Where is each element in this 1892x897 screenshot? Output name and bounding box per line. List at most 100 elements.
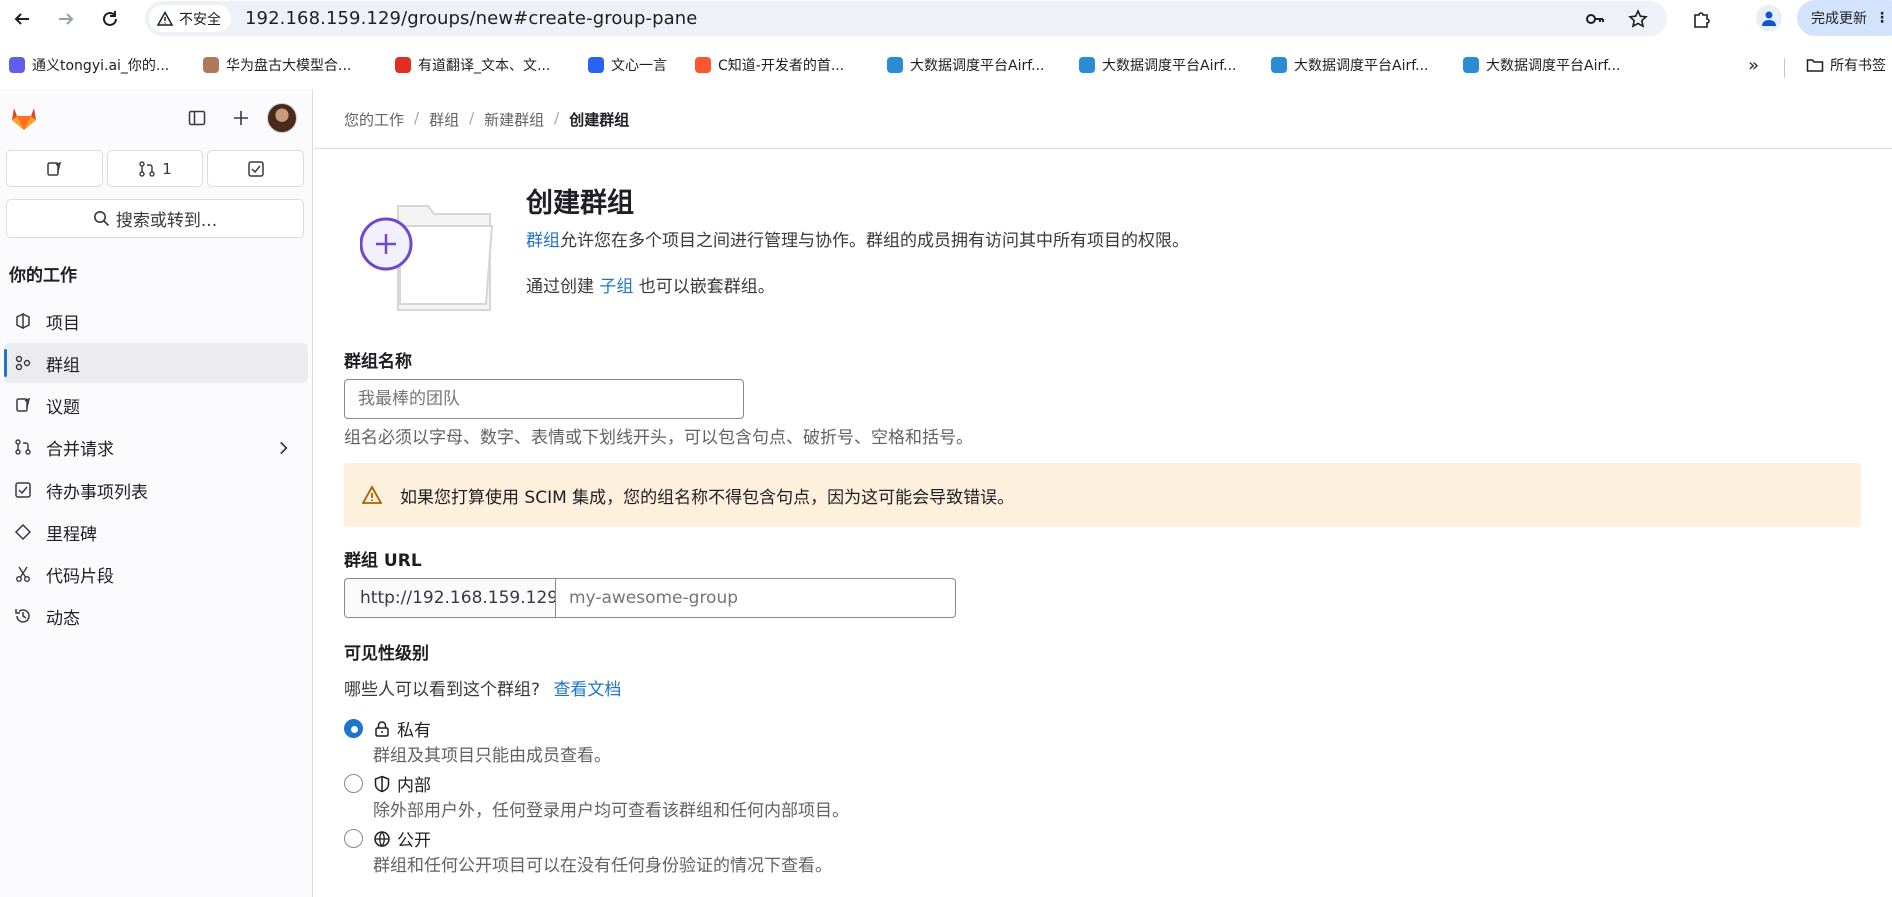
bookmarks-overflow-button[interactable]: » xyxy=(1748,54,1759,76)
visibility-question-text: 哪些人可以看到这个群组? xyxy=(344,680,541,700)
bookmark-item[interactable]: 大数据调度平台Airf... xyxy=(1078,54,1236,76)
plus-icon xyxy=(234,111,248,125)
sidebar-item-history[interactable]: 动态 xyxy=(4,596,308,636)
page-description-text: 允许您在多个项目之间进行管理与协作。群组的成员拥有访问其中所有项目的权限。 xyxy=(560,231,1189,251)
subgroup-hint-suffix: 也可以嵌套群组。 xyxy=(633,277,775,297)
visibility-radio[interactable] xyxy=(344,774,363,793)
group-icon xyxy=(15,355,31,371)
sidebar-item-milestone[interactable]: 里程碑 xyxy=(4,512,308,552)
bookmark-favicon-icon xyxy=(1462,56,1480,74)
sidebar-item-label: 里程碑 xyxy=(46,524,97,545)
bookmark-label: 文心一言 xyxy=(611,58,667,74)
bookmark-favicon-icon xyxy=(1270,56,1288,74)
bookmark-label: 通义tongyi.ai_你的... xyxy=(32,58,170,74)
reload-button[interactable] xyxy=(96,5,124,33)
bookmark-label: 大数据调度平台Airf... xyxy=(910,58,1045,74)
sidebar-header xyxy=(0,89,313,149)
bookmark-favicon-icon xyxy=(202,56,220,74)
bookmark-item[interactable]: 有道翻译_文本、文... xyxy=(394,54,550,76)
sidebar-item-label: 议题 xyxy=(46,397,80,418)
folder-icon xyxy=(1806,56,1824,74)
breadcrumb-new-group[interactable]: 新建群组 xyxy=(484,109,544,130)
bookmark-item[interactable]: 大数据调度平台Airf... xyxy=(1462,54,1620,76)
breadcrumb-separator: / xyxy=(469,109,475,127)
person-icon xyxy=(1762,11,1776,26)
sidebar-item-snippet[interactable]: 代码片段 xyxy=(4,554,308,594)
lock-icon xyxy=(375,720,389,737)
user-avatar[interactable] xyxy=(267,103,297,133)
snippet-icon xyxy=(16,566,30,582)
bookmark-item[interactable]: 大数据调度平台Airf... xyxy=(1270,54,1428,76)
address-bar[interactable]: 不安全 192.168.159.129/groups/new#create-gr… xyxy=(145,1,1667,36)
breadcrumb-your-work[interactable]: 您的工作 xyxy=(344,109,404,130)
breadcrumb-separator: / xyxy=(554,109,560,127)
sidebar-item-merge-request[interactable]: 合并请求 xyxy=(4,427,308,467)
bookmark-favicon-icon xyxy=(394,56,412,74)
visibility-radio[interactable] xyxy=(344,719,363,738)
warning-icon xyxy=(362,485,382,504)
bookmark-label: 有道翻译_文本、文... xyxy=(418,58,551,74)
bookmark-item[interactable]: 通义tongyi.ai_你的... xyxy=(8,54,169,76)
profile-button[interactable] xyxy=(1756,5,1782,31)
puzzle-icon xyxy=(1694,12,1710,28)
key-icon[interactable] xyxy=(1585,9,1605,29)
group-url-input[interactable] xyxy=(555,578,956,618)
collapse-sidebar-button[interactable] xyxy=(184,105,210,131)
visibility-radio[interactable] xyxy=(344,829,363,848)
bookmark-favicon-icon xyxy=(8,56,26,74)
insecure-label: 不安全 xyxy=(179,11,221,28)
bookmark-label: 华为盘古大模型合... xyxy=(226,58,352,74)
bookmark-item[interactable]: 华为盘古大模型合... xyxy=(202,54,351,76)
bookmark-label: 大数据调度平台Airf... xyxy=(1486,58,1621,74)
groups-doc-link[interactable]: 群组 xyxy=(526,231,560,251)
breadcrumb-current: 创建群组 xyxy=(569,111,630,129)
all-bookmarks-folder[interactable]: 所有书签 xyxy=(1806,54,1886,76)
bookmark-label: 大数据调度平台Airf... xyxy=(1294,58,1429,74)
breadcrumb-groups[interactable]: 群组 xyxy=(429,109,459,130)
sidebar-item-issues[interactable]: 议题 xyxy=(4,385,308,425)
forward-button[interactable] xyxy=(52,5,80,33)
url-text: 192.168.159.129/groups/new#create-group-… xyxy=(245,8,698,29)
merge-request-icon xyxy=(15,439,31,455)
visibility-option-private[interactable]: 私有 xyxy=(344,716,431,741)
merge-request-icon xyxy=(139,160,155,177)
subgroup-link[interactable]: 子组 xyxy=(599,277,633,297)
visibility-option-description: 群组和任何公开项目可以在没有任何身份验证的情况下查看。 xyxy=(373,856,832,876)
sidebar: 1 搜索或转到... 你的工作 项目 群组 议题 合并请求 待办事项列表 里程碑 代码片段动… xyxy=(0,89,313,897)
todo-counter-button[interactable] xyxy=(207,150,305,187)
sidebar-item-label: 项目 xyxy=(46,313,80,334)
group-name-help: 组名必须以字母、数字、表情或下划线开头，可以包含句点、破折号、空格和括号。 xyxy=(344,428,973,448)
visibility-option-public[interactable]: 公开 xyxy=(344,826,431,851)
bookmark-item[interactable]: 文心一言 xyxy=(587,54,667,76)
page-title: 创建群组 xyxy=(526,188,634,219)
todo-icon xyxy=(247,160,264,177)
sidebar-item-project[interactable]: 项目 xyxy=(4,301,308,341)
sidebar-item-label: 动态 xyxy=(46,608,80,629)
sidebar-item-todo[interactable]: 待办事项列表 xyxy=(4,470,308,510)
all-bookmarks-label: 所有书签 xyxy=(1830,58,1886,74)
insecure-chip[interactable]: 不安全 xyxy=(149,5,231,32)
extensions-button[interactable] xyxy=(1688,5,1716,33)
visibility-label: 可见性级别 xyxy=(344,644,429,664)
update-button[interactable]: 完成更新 ⋮ xyxy=(1797,0,1892,36)
breadcrumb-separator: / xyxy=(414,109,420,127)
merge-requests-counter-button[interactable]: 1 xyxy=(106,150,204,187)
more-vert-icon: ⋮ xyxy=(1875,10,1889,26)
group-name-input[interactable] xyxy=(344,379,744,419)
visibility-option-internal[interactable]: 内部 xyxy=(344,771,431,796)
gitlab-logo-icon[interactable] xyxy=(8,101,40,133)
warning-icon xyxy=(157,10,173,26)
bookmark-favicon-icon xyxy=(587,56,605,74)
subgroup-hint: 通过创建 子组 也可以嵌套群组。 xyxy=(526,272,775,297)
issues-counter-button[interactable] xyxy=(6,150,103,187)
bookmark-item[interactable]: 大数据调度平台Airf... xyxy=(886,54,1044,76)
bookmark-item[interactable]: C知道-开发者的首... xyxy=(694,54,844,76)
create-new-button[interactable] xyxy=(228,105,254,131)
star-icon[interactable] xyxy=(1628,9,1648,29)
update-label: 完成更新 xyxy=(1811,11,1867,27)
back-button[interactable] xyxy=(8,5,36,33)
globe-icon xyxy=(374,830,390,847)
sidebar-item-group[interactable]: 群组 xyxy=(4,343,308,383)
search-button[interactable]: 搜索或转到... xyxy=(6,199,304,238)
visibility-doc-link[interactable]: 查看文档 xyxy=(553,680,621,700)
